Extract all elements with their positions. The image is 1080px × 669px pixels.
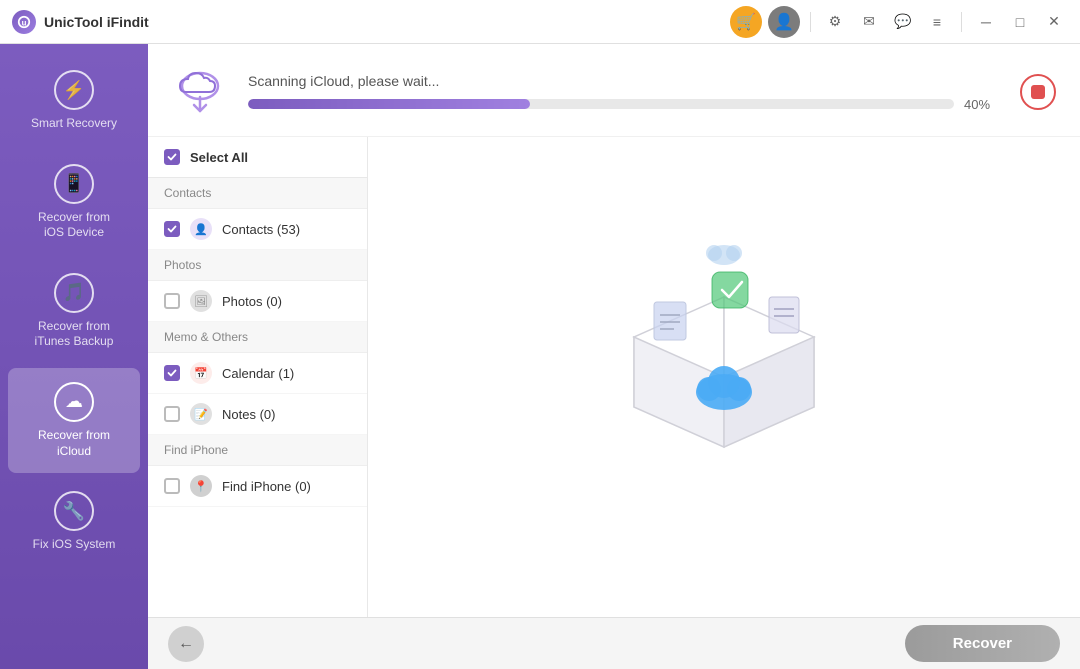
fix-ios-icon: 🔧	[54, 491, 94, 531]
category-find-iphone: Find iPhone	[148, 435, 367, 466]
photos-checkbox[interactable]	[164, 293, 180, 309]
file-tree-panel: Select All Contacts 👤 Contacts (53) Phot…	[148, 137, 368, 617]
app-logo: u	[12, 10, 36, 34]
notes-checkbox[interactable]	[164, 406, 180, 422]
cart-button[interactable]: 🛒	[730, 6, 762, 38]
content-body: Select All Contacts 👤 Contacts (53) Phot…	[148, 137, 1080, 617]
titlebar-actions: 🛒 👤 ⚙ ✉ 💬 ≡ ─ □ ✕	[730, 6, 1068, 38]
scan-header: Scanning iCloud, please wait... 40%	[148, 44, 1080, 137]
progress-percentage: 40%	[964, 97, 1000, 112]
category-contacts: Contacts	[148, 178, 367, 209]
sidebar-item-fix-ios[interactable]: 🔧 Fix iOS System	[8, 477, 140, 567]
sidebar-item-recover-icloud[interactable]: ☁ Recover fromiCloud	[8, 368, 140, 473]
titlebar-divider2	[961, 12, 962, 32]
sidebar-item-smart-recovery[interactable]: ⚡ Smart Recovery	[8, 56, 140, 146]
menu-button[interactable]: ≡	[923, 8, 951, 36]
tree-item-notes[interactable]: 📝 Notes (0)	[148, 394, 367, 435]
calendar-label: Calendar (1)	[222, 366, 294, 381]
notes-label: Notes (0)	[222, 407, 275, 422]
bottom-bar: ← Recover	[148, 617, 1080, 669]
back-icon: ←	[178, 635, 194, 653]
content-area: Scanning iCloud, please wait... 40%	[148, 44, 1080, 669]
cloud-download-icon	[172, 64, 228, 120]
sidebar-label-recover-icloud: Recover fromiCloud	[38, 428, 110, 459]
notes-icon: 📝	[190, 403, 212, 425]
recover-icloud-icon: ☁	[54, 382, 94, 422]
sidebar-item-recover-itunes[interactable]: 🎵 Recover fromiTunes Backup	[8, 259, 140, 364]
minimize-button[interactable]: ─	[972, 8, 1000, 36]
sidebar: ⚡ Smart Recovery 📱 Recover fromiOS Devic…	[0, 44, 148, 669]
sidebar-label-fix-ios: Fix iOS System	[33, 537, 116, 553]
sidebar-item-recover-ios[interactable]: 📱 Recover fromiOS Device	[8, 150, 140, 255]
calendar-icon: 📅	[190, 362, 212, 384]
progress-bar-wrap: 40%	[248, 97, 1000, 112]
find-iphone-label: Find iPhone (0)	[222, 479, 311, 494]
titlebar-divider	[810, 12, 811, 32]
recover-button[interactable]: Recover	[905, 625, 1060, 662]
sidebar-label-smart-recovery: Smart Recovery	[31, 116, 117, 132]
right-panel	[368, 137, 1080, 617]
contacts-label: Contacts (53)	[222, 222, 300, 237]
app-title: UnicTool iFindit	[44, 14, 730, 30]
titlebar: u UnicTool iFindit 🛒 👤 ⚙ ✉ 💬 ≡ ─ □ ✕	[0, 0, 1080, 44]
category-photos: Photos	[148, 250, 367, 281]
smart-recovery-icon: ⚡	[54, 70, 94, 110]
tree-item-contacts[interactable]: 👤 Contacts (53)	[148, 209, 367, 250]
gear-button[interactable]: ⚙	[821, 8, 849, 36]
chat-button[interactable]: 💬	[889, 8, 917, 36]
recover-itunes-icon: 🎵	[54, 273, 94, 313]
scan-title: Scanning iCloud, please wait...	[248, 73, 1000, 89]
close-button[interactable]: ✕	[1040, 8, 1068, 36]
find-iphone-checkbox[interactable]	[164, 478, 180, 494]
stop-icon	[1031, 85, 1045, 99]
sidebar-label-recover-itunes: Recover fromiTunes Backup	[35, 319, 114, 350]
maximize-button[interactable]: □	[1006, 8, 1034, 36]
progress-bar-fill	[248, 99, 530, 109]
photos-icon: 🖼	[190, 290, 212, 312]
select-all-checkbox[interactable]	[164, 149, 180, 165]
select-all-label: Select All	[190, 150, 248, 165]
photos-label: Photos (0)	[222, 294, 282, 309]
tree-item-photos[interactable]: 🖼 Photos (0)	[148, 281, 367, 322]
profile-button[interactable]: 👤	[768, 6, 800, 38]
recover-label: Recover	[953, 635, 1012, 652]
svg-text:u: u	[22, 18, 27, 27]
select-all-row[interactable]: Select All	[148, 137, 367, 178]
main-layout: ⚡ Smart Recovery 📱 Recover fromiOS Devic…	[0, 44, 1080, 669]
progress-bar-background	[248, 99, 954, 109]
tree-item-find-iphone[interactable]: 📍 Find iPhone (0)	[148, 466, 367, 507]
contacts-checkbox[interactable]	[164, 221, 180, 237]
find-iphone-icon: 📍	[190, 475, 212, 497]
mail-button[interactable]: ✉	[855, 8, 883, 36]
cloud-icon-wrap	[172, 64, 228, 120]
scan-info: Scanning iCloud, please wait... 40%	[248, 73, 1000, 112]
box-svg	[574, 227, 874, 527]
tree-item-calendar[interactable]: 📅 Calendar (1)	[148, 353, 367, 394]
category-memo: Memo & Others	[148, 322, 367, 353]
stop-scan-button[interactable]	[1020, 74, 1056, 110]
sidebar-label-recover-ios: Recover fromiOS Device	[38, 210, 110, 241]
contacts-icon: 👤	[190, 218, 212, 240]
calendar-checkbox[interactable]	[164, 365, 180, 381]
back-button[interactable]: ←	[168, 626, 204, 662]
recover-ios-icon: 📱	[54, 164, 94, 204]
box-illustration	[574, 227, 874, 527]
